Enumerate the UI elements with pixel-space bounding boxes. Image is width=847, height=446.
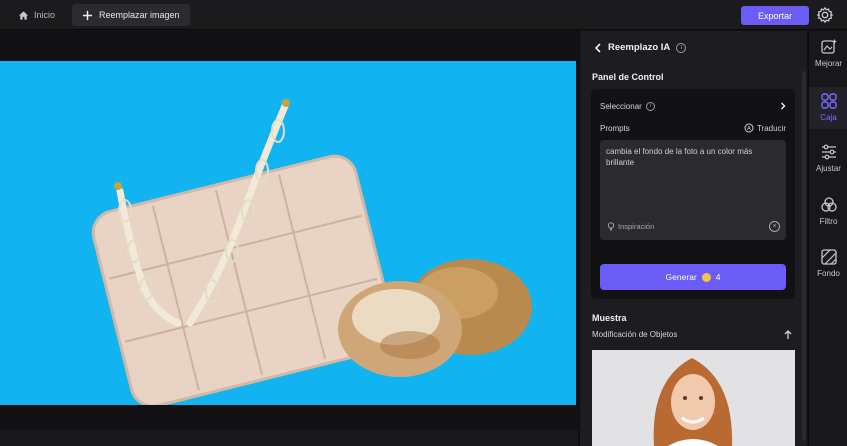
generate-button[interactable]: Generar 4 [600,264,786,290]
rail-label-background: Fondo [817,269,840,278]
lightbulb-icon [607,222,615,231]
background-icon [820,249,837,265]
rail-label-adjust: Ajustar [816,164,841,173]
sliders-icon [821,144,836,160]
clear-icon[interactable]: × [769,221,780,232]
control-box: Seleccionar i Prompts A Traducir cambia … [591,89,795,299]
tab-replace-image[interactable]: Reemplazar imagen [72,4,190,26]
sample-subtitle-row: Modificación de Objetos [592,330,792,340]
translate-button[interactable]: A Traducir [744,123,786,133]
select-label: Seleccionar [600,101,642,111]
translate-label: Traducir [756,123,786,133]
chevron-right-icon [781,102,786,110]
select-row[interactable]: Seleccionar i [600,99,786,113]
rail-label-filter: Filtro [819,217,838,226]
prompts-label: Prompts [600,123,630,133]
rail-label-enhance: Mejorar [814,59,843,68]
rail-label-box: Caja [820,113,837,122]
translate-icon: A [744,123,754,133]
rail-item-box[interactable]: Caja [809,87,847,129]
gear-icon[interactable] [816,6,834,24]
sample-image[interactable] [592,350,795,446]
rail-item-background[interactable]: Fondo [809,248,847,290]
inspiration-button[interactable]: Inspiración [607,222,654,231]
home-icon [18,10,29,20]
filter-icon [820,197,837,212]
info-icon[interactable]: i [676,42,687,53]
canvas-bottom-bar [0,430,578,446]
panel-header: Reemplazo IA i [594,42,687,53]
export-button[interactable]: Exportar [741,6,809,25]
rail-item-filter[interactable]: Filtro [809,196,847,238]
rail-item-adjust[interactable]: Ajustar [809,143,847,185]
inspiration-label: Inspiración [618,222,655,231]
tab-replace-label: Reemplazar imagen [99,10,180,20]
credit-coin-icon [701,272,711,282]
tool-rail: Mejorar Caja Ajustar Filtro Fondo [808,31,847,446]
sample-subtitle: Modificación de Objetos [592,330,678,339]
plus-icon [82,10,93,20]
edited-photo[interactable] [0,61,576,405]
enhance-icon [820,39,837,54]
sample-title: Muestra [592,313,627,323]
panel-scrollbar[interactable] [802,71,806,441]
panel-title: Reemplazo IA [608,42,671,53]
back-chevron-icon[interactable] [594,42,602,53]
arrow-up-icon[interactable] [784,330,792,340]
control-panel-title: Panel de Control [592,72,664,82]
prompt-text: cambia el fondo de la foto a un color má… [606,147,753,167]
ai-replace-panel: Reemplazo IA i Panel de Control Seleccio… [579,31,807,446]
prompt-textarea[interactable]: cambia el fondo de la foto a un color má… [600,140,786,240]
tab-home[interactable]: Inicio [8,4,65,26]
tab-home-label: Inicio [34,10,56,20]
select-info-icon[interactable]: i [645,101,655,111]
top-bar: Inicio Reemplazar imagen Exportar [0,0,847,30]
bag-photo-illustration [0,61,576,405]
generate-cost: 4 [715,272,721,282]
generate-label: Generar [665,272,697,282]
prompts-row: Prompts A Traducir [600,121,786,135]
sample-portrait-illustration [592,350,795,446]
svg-text:A: A [747,126,751,132]
grid-icon [820,93,837,109]
rail-item-enhance[interactable]: Mejorar [809,38,847,80]
